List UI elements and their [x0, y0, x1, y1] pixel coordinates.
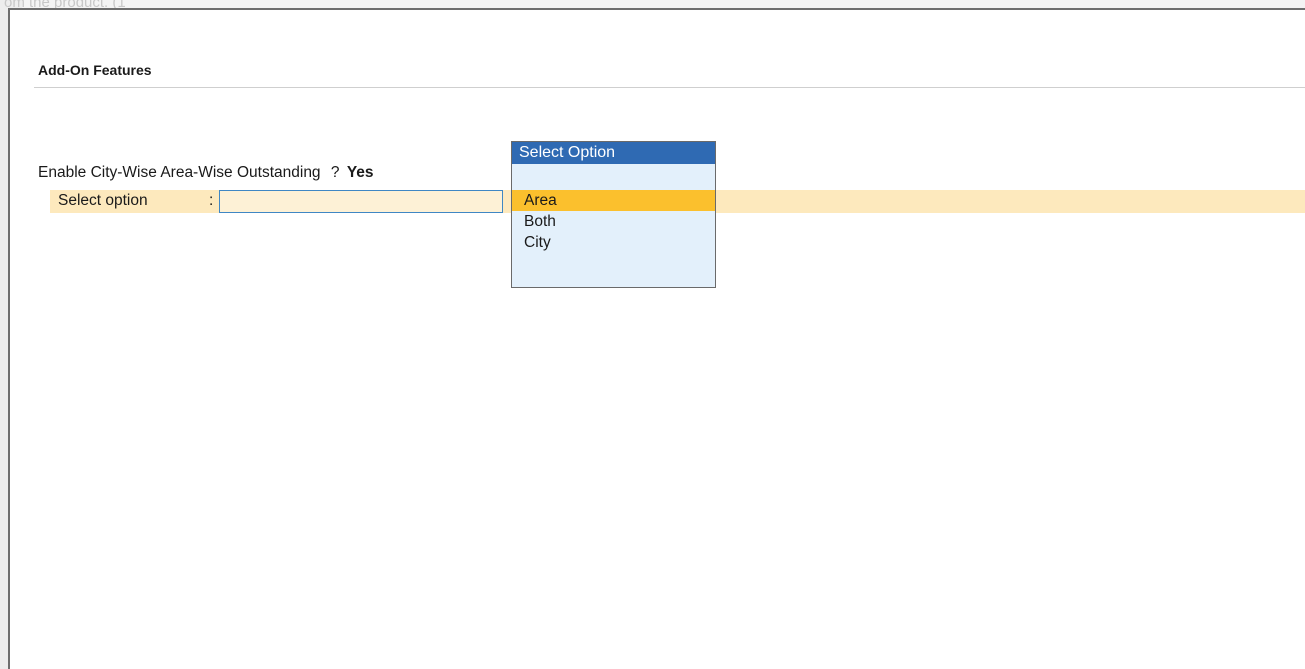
- add-on-features-panel: Add-On Features Enable City-Wise Area-Wi…: [8, 8, 1305, 669]
- select-option-label: Select option: [58, 192, 148, 209]
- dropdown-header: Select Option: [512, 142, 715, 164]
- dropdown-item-both[interactable]: Both: [512, 211, 715, 232]
- title-divider: [34, 87, 1305, 88]
- panel-title: Add-On Features: [38, 62, 152, 78]
- enable-value[interactable]: Yes: [347, 164, 374, 181]
- select-option-input[interactable]: [219, 190, 503, 213]
- enable-question-mark: ?: [330, 164, 340, 181]
- dropdown-blank-row: [512, 164, 715, 190]
- enable-city-area-outstanding-row[interactable]: Enable City-Wise Area-Wise Outstanding ?…: [38, 164, 374, 182]
- select-option-separator: :: [209, 192, 214, 209]
- dropdown-item-area[interactable]: Area: [512, 190, 715, 211]
- select-option-dropdown[interactable]: Select Option Area Both City: [511, 141, 716, 288]
- dropdown-item-city[interactable]: City: [512, 232, 715, 253]
- enable-label: Enable City-Wise Area-Wise Outstanding: [38, 164, 321, 181]
